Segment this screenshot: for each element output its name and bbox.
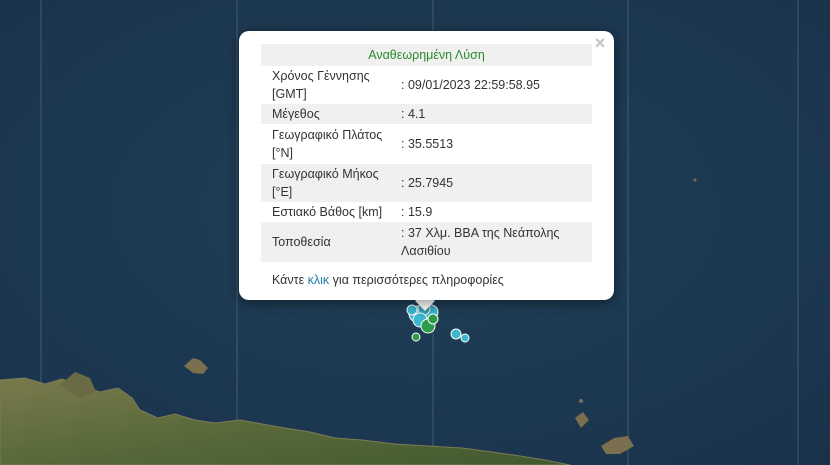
- label-location: Τοποθεσία: [272, 235, 331, 249]
- value-depth: : 15.9: [401, 205, 433, 219]
- label-depth: Εστιακό Βάθος [km]: [272, 205, 383, 219]
- label-latitude: Γεωγραφικό Πλάτος [°N]: [272, 128, 383, 160]
- earthquake-popup: × Αναθεωρημένη Λύση Χρόνος Γέννησης [GMT…: [239, 31, 614, 300]
- value-longitude: : 25.7945: [401, 176, 454, 190]
- popup-footer: Κάντε κλικ για περισσότερες πληροφορίες: [261, 273, 504, 287]
- row-location: Τοποθεσία : 37 Χλμ. ΒΒΑ της Νεάπολης Λασ…: [261, 222, 592, 262]
- row-magnitude: Μέγεθος : 4.1: [261, 104, 592, 124]
- value-latitude: : 35.5513: [401, 137, 454, 151]
- row-latitude: Γεωγραφικό Πλάτος [°N] : 35.5513: [261, 124, 592, 164]
- more-info-link[interactable]: κλικ: [308, 273, 330, 287]
- row-longitude: Γεωγραφικό Μήκος [°E] : 25.7945: [261, 164, 592, 202]
- details-table: Αναθεωρημένη Λύση Χρόνος Γέννησης [GMT] …: [261, 44, 592, 262]
- label-origin-time: Χρόνος Γέννησης [GMT]: [272, 69, 370, 101]
- value-origin-time: : 09/01/2023 22:59:58.95: [401, 78, 541, 92]
- islet: [579, 399, 583, 403]
- value-location: : 37 Χλμ. ΒΒΑ της Νεάπολης Λασιθίου: [401, 226, 560, 258]
- earthquake-marker[interactable]: [427, 313, 439, 325]
- close-icon[interactable]: ×: [592, 34, 608, 52]
- islet: [693, 178, 697, 182]
- row-origin-time: Χρόνος Γέννησης [GMT] : 09/01/2023 22:59…: [261, 66, 592, 104]
- popup-title: Αναθεωρημένη Λύση: [261, 44, 592, 66]
- label-longitude: Γεωγραφικό Μήκος [°E]: [272, 167, 379, 199]
- earthquake-marker[interactable]: [460, 333, 470, 343]
- footer-prefix: Κάντε: [272, 273, 308, 287]
- earthquake-marker[interactable]: [450, 328, 462, 340]
- earthquake-marker[interactable]: [411, 332, 421, 342]
- row-depth: Εστιακό Βάθος [km] : 15.9: [261, 202, 592, 222]
- earthquake-marker[interactable]: [406, 304, 418, 316]
- label-magnitude: Μέγεθος: [272, 107, 320, 121]
- footer-suffix: για περισσότερες πληροφορίες: [329, 273, 504, 287]
- value-magnitude: : 4.1: [401, 107, 426, 121]
